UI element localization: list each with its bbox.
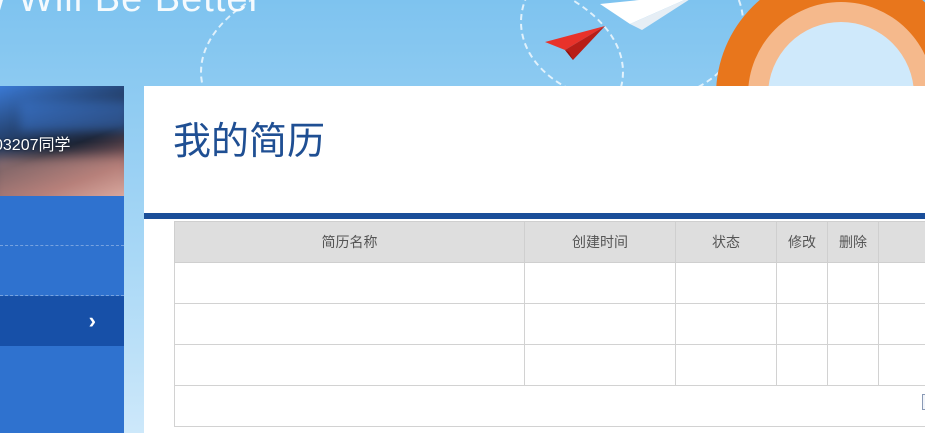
table-cell (675, 262, 777, 304)
main-panel: 我的简历 简历名称 创建时间 状态 修改 删除 (144, 86, 925, 433)
table-cell (776, 344, 828, 386)
table-cell (878, 344, 925, 386)
column-header-created-time: 创建时间 (524, 221, 676, 263)
table-cell (524, 344, 676, 386)
table-cell (174, 344, 525, 386)
table-cell (776, 262, 828, 304)
resume-table-wrap: 简历名称 创建时间 状态 修改 删除 (174, 221, 925, 427)
table-cell (827, 303, 879, 345)
sidebar: 03207同学 › (0, 86, 124, 433)
sidebar-item-2[interactable] (0, 246, 124, 296)
column-header-delete: 删除 (827, 221, 879, 263)
table-row (174, 344, 925, 386)
table-cell (878, 262, 925, 304)
paper-plane-icon (600, 0, 689, 30)
table-row (174, 262, 925, 304)
banner-slogan: w Will Be Better (0, 0, 262, 21)
resume-table: 简历名称 创建时间 状态 修改 删除 (174, 221, 925, 427)
column-header-resume-name: 简历名称 (174, 221, 525, 263)
column-header-extra (878, 221, 925, 263)
avatar (20, 101, 124, 131)
table-cell (524, 303, 676, 345)
column-header-status: 状态 (675, 221, 777, 263)
user-card: 03207同学 (0, 86, 124, 196)
table-footer-row (174, 385, 925, 427)
table-footer (174, 385, 925, 427)
chevron-right-icon: › (88, 308, 96, 333)
table-cell (675, 344, 777, 386)
page-title: 我的简历 (173, 119, 326, 163)
table-cell (675, 303, 777, 345)
column-header-edit: 修改 (776, 221, 828, 263)
table-cell (827, 262, 879, 304)
title-divider (144, 213, 925, 219)
table-cell (878, 303, 925, 345)
table-header-row: 简历名称 创建时间 状态 修改 删除 (174, 221, 925, 263)
table-cell (524, 262, 676, 304)
sidebar-item-active[interactable]: › (0, 296, 124, 346)
user-name: 03207同学 (0, 137, 71, 154)
sidebar-item-1[interactable] (0, 196, 124, 246)
table-cell (827, 344, 879, 386)
table-cell (174, 303, 525, 345)
table-row (174, 303, 925, 345)
avatar-background (0, 156, 124, 196)
table-cell (174, 262, 525, 304)
table-cell (776, 303, 828, 345)
